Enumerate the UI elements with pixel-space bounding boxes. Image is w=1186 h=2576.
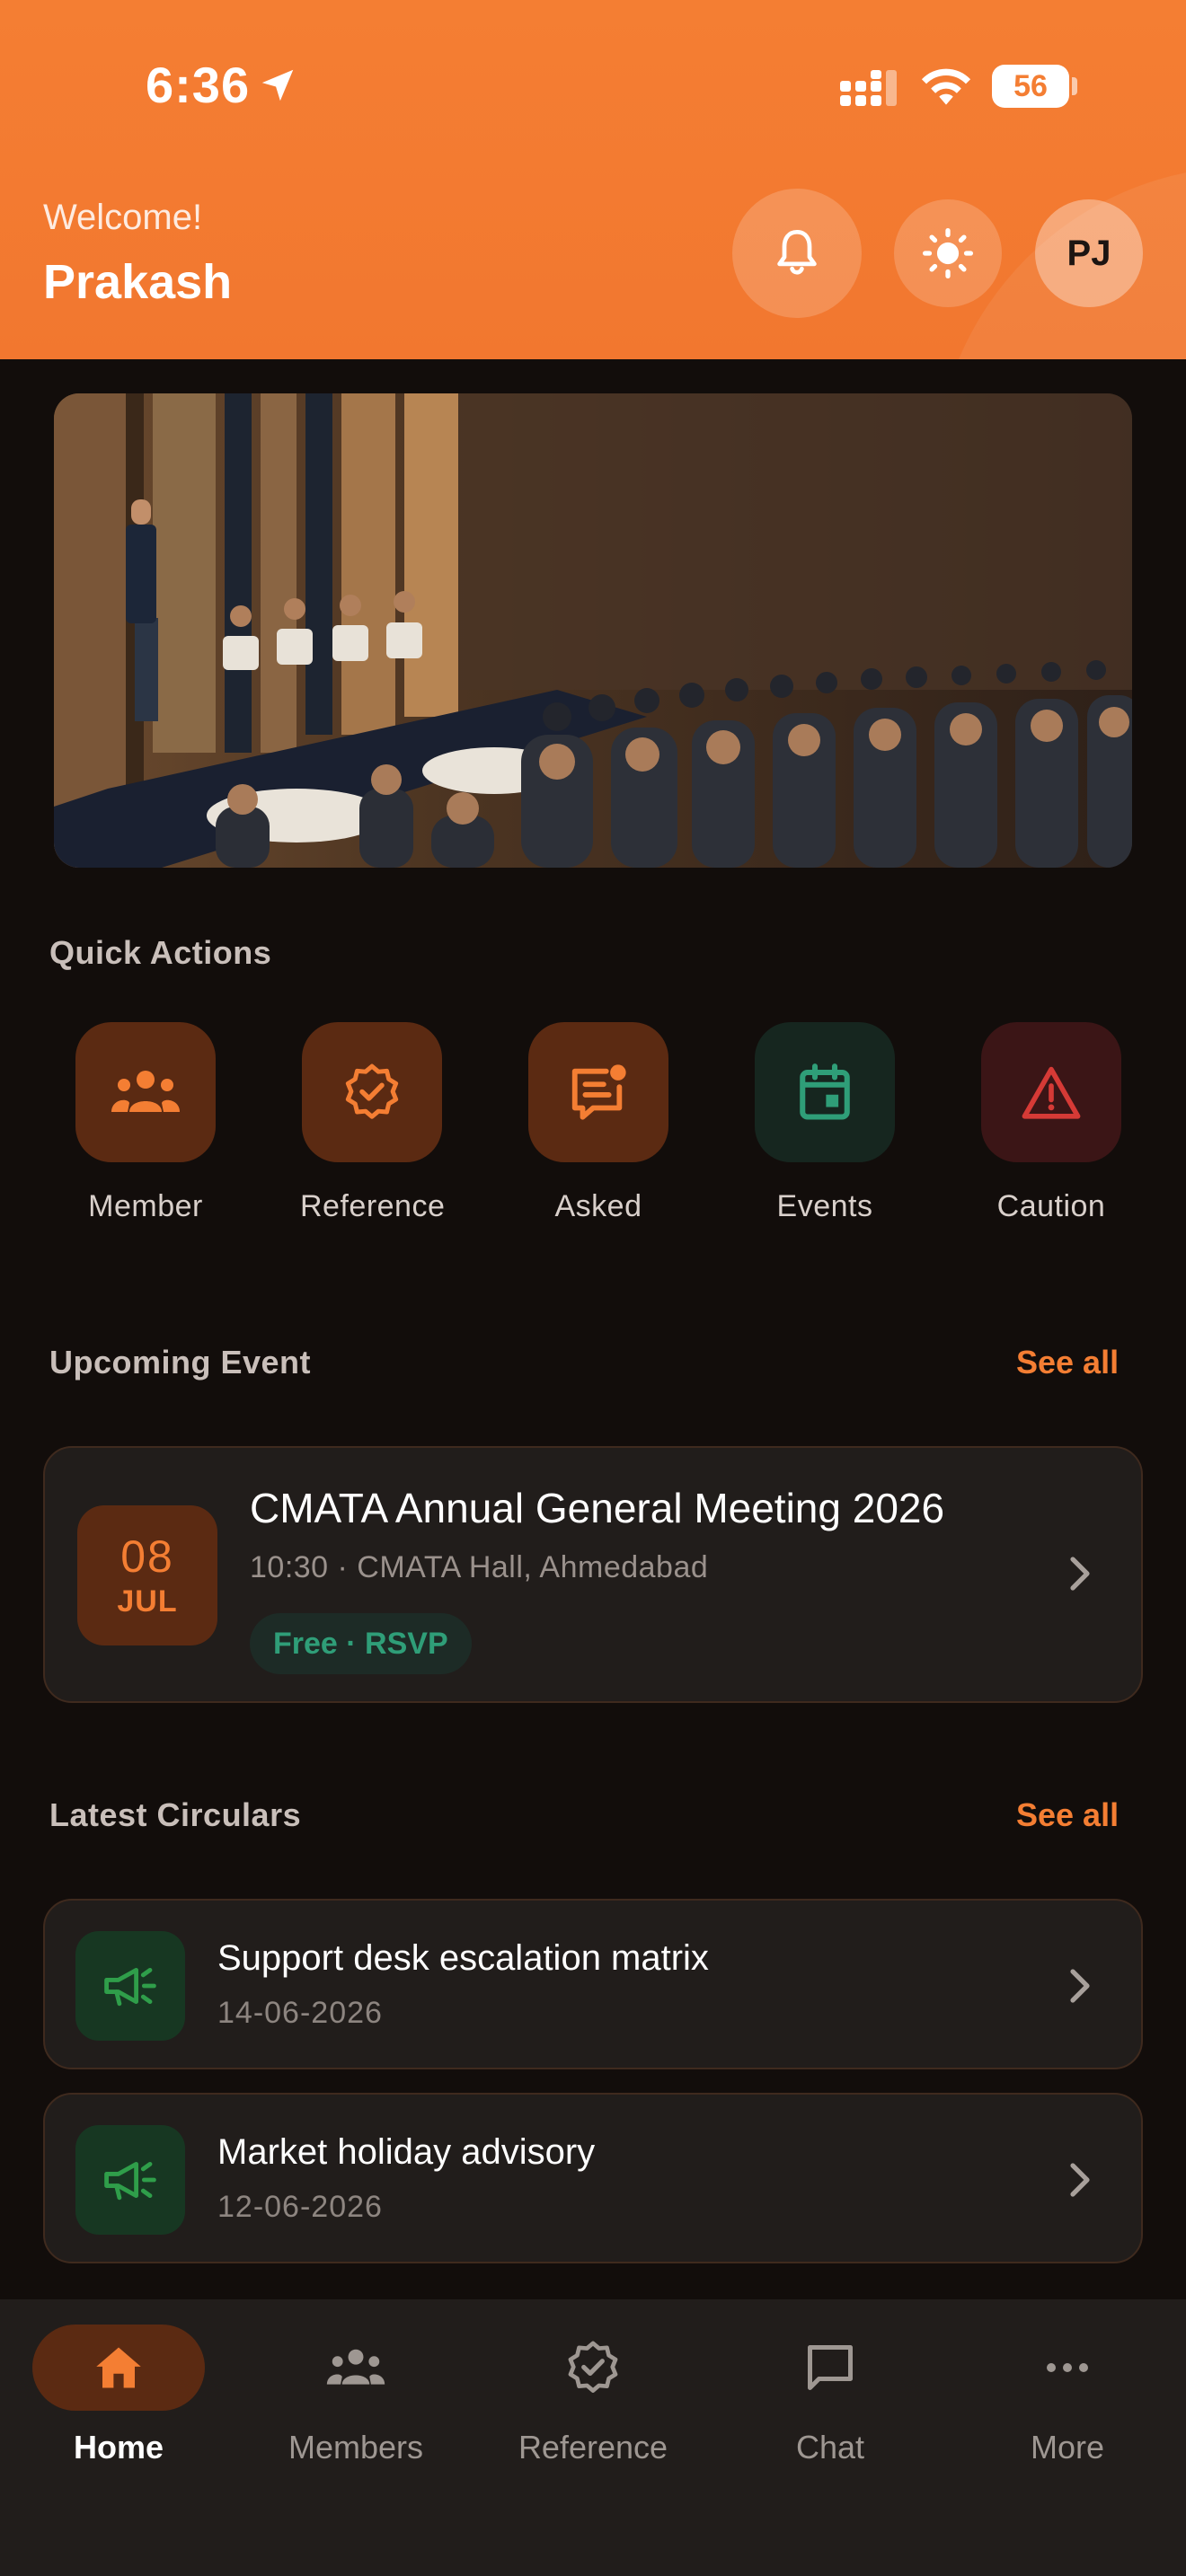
nav-home[interactable]: Home [20, 2325, 217, 2466]
circular-title: Market holiday advisory [217, 2132, 596, 2172]
sun-icon [922, 227, 974, 279]
battery-indicator: 56 [992, 65, 1069, 108]
profile-avatar[interactable]: PJ [1035, 199, 1143, 307]
nav-chat-pill[interactable] [744, 2325, 916, 2411]
chat-icon [808, 2345, 853, 2390]
circular-item[interactable]: Support desk escalation matrix 14-06-202… [43, 1899, 1143, 2069]
nav-members[interactable]: Members [257, 2325, 455, 2466]
nav-chat[interactable]: Chat [731, 2325, 929, 2466]
more-dots-icon [1047, 2363, 1088, 2372]
nav-more-pill[interactable] [981, 2325, 1154, 2411]
conference-hall-illustration [54, 393, 1132, 868]
circulars-title: Latest Circulars [49, 1796, 302, 1833]
chevron-right-icon [1070, 1557, 1090, 1591]
event-meta: 10:30 · CMATA Hall, Ahmedabad [250, 1550, 709, 1584]
quick-action-events[interactable]: Events [753, 1022, 897, 1224]
nav-home-pill[interactable] [32, 2325, 205, 2411]
quick-action-reference[interactable]: Reference [300, 1022, 446, 1224]
message-notice-icon [571, 1064, 626, 1120]
calendar-icon [800, 1063, 850, 1120]
caution-tile[interactable] [981, 1022, 1121, 1162]
quick-action-caution[interactable]: Caution [979, 1022, 1123, 1224]
nav-members-pill[interactable] [270, 2325, 442, 2411]
quick-action-member[interactable]: Member [74, 1022, 217, 1224]
reference-tile[interactable] [302, 1022, 442, 1162]
member-group-icon [111, 1071, 180, 1112]
warning-icon [1022, 1066, 1081, 1119]
quick-action-label: Reference [300, 1189, 446, 1223]
circular-icon-box [75, 2125, 185, 2235]
welcome-text: Welcome! [43, 198, 203, 237]
quick-action-label: Events [776, 1189, 873, 1223]
nav-label: Members [288, 2429, 424, 2466]
event-date-box: 08 JUL [77, 1505, 217, 1645]
upcoming-event-title: Upcoming Event [49, 1344, 312, 1381]
nav-label: More [1030, 2429, 1105, 2466]
circular-date: 12-06-2026 [217, 2190, 383, 2224]
chevron-right-icon [1070, 1969, 1090, 2003]
quick-action-label: Member [88, 1189, 203, 1223]
bottom-navigation: Home Members Reference Chat More [0, 2299, 1186, 2576]
circular-date: 14-06-2026 [217, 1996, 383, 2030]
quick-action-label: Caution [996, 1189, 1106, 1223]
nav-label: Reference [518, 2429, 668, 2466]
user-name: Prakash [43, 255, 233, 309]
notifications-button[interactable] [732, 189, 862, 318]
bell-icon [777, 229, 817, 275]
asked-tile[interactable] [528, 1022, 668, 1162]
event-name: CMATA Annual General Meeting 2026 [250, 1485, 945, 1531]
quick-action-asked[interactable]: Asked [527, 1022, 670, 1224]
nav-more[interactable]: More [969, 2325, 1166, 2466]
event-day: 08 [120, 1531, 174, 1582]
chevron-right-icon [1070, 2163, 1090, 2197]
location-arrow-icon [261, 69, 294, 101]
battery-cap [1072, 77, 1077, 95]
app-header: 6:36 56 Welcome! Prakash PJ [0, 0, 1186, 359]
megaphone-icon [104, 1967, 156, 2007]
event-price-badge: Free · RSVP [250, 1613, 472, 1674]
nav-reference-pill[interactable] [507, 2325, 679, 2411]
megaphone-icon [104, 2161, 156, 2201]
nav-label: Home [73, 2429, 164, 2466]
circular-icon-box [75, 1931, 185, 2041]
members-icon [326, 2349, 385, 2385]
wifi-icon [921, 68, 971, 105]
event-card[interactable]: 08 JUL CMATA Annual General Meeting 2026… [43, 1446, 1143, 1703]
status-time: 6:36 [146, 57, 251, 113]
cellular-signal-icon [840, 70, 897, 106]
events-tile[interactable] [755, 1022, 895, 1162]
nav-label: Chat [795, 2429, 865, 2466]
nav-reference[interactable]: Reference [494, 2325, 692, 2466]
event-banner-image[interactable] [54, 393, 1132, 868]
circular-item[interactable]: Market holiday advisory 12-06-2026 [43, 2093, 1143, 2263]
quick-actions-title: Quick Actions [49, 934, 272, 971]
verified-badge-icon [345, 1063, 399, 1119]
reference-badge-icon [568, 2341, 618, 2393]
member-tile[interactable] [75, 1022, 216, 1162]
circular-title: Support desk escalation matrix [217, 1938, 709, 1978]
event-month: JUL [117, 1584, 178, 1619]
circulars-see-all-link[interactable]: See all [1016, 1796, 1119, 1834]
upcoming-see-all-link[interactable]: See all [1016, 1344, 1119, 1381]
theme-toggle-button[interactable] [894, 199, 1002, 307]
home-icon [96, 2347, 141, 2388]
quick-action-label: Asked [554, 1189, 642, 1223]
